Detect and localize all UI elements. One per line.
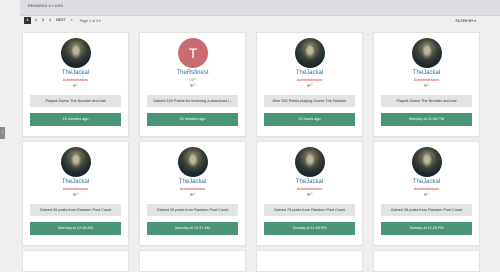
reward-card-partial xyxy=(139,250,246,272)
user-role: Administrators xyxy=(62,77,89,82)
reward-card: T TheRsfinest VIP 0 Gained 100 Points fo… xyxy=(139,32,246,137)
avatar[interactable] xyxy=(412,38,442,68)
username-link[interactable]: TheJackal xyxy=(374,70,479,76)
comment-icon xyxy=(423,192,427,196)
username-link[interactable]: TheJackal xyxy=(23,70,128,76)
avatar[interactable] xyxy=(295,147,325,177)
message-count: 0 xyxy=(140,83,245,87)
message-count: 0 xyxy=(23,192,128,196)
user-role: Administrators xyxy=(413,77,440,82)
page-jump-dropdown[interactable]: Page 1 of 4 ▾ xyxy=(80,19,101,23)
reward-card: TheJackal Administrators 0 Gained 39 pos… xyxy=(22,141,129,246)
avatar[interactable] xyxy=(61,38,91,68)
avatar[interactable] xyxy=(412,147,442,177)
avatar[interactable] xyxy=(178,147,208,177)
filter-dropdown[interactable]: FILTER BY ▾ xyxy=(455,19,476,23)
comment-icon xyxy=(72,192,76,196)
reward-card-partial xyxy=(22,250,129,272)
pagination: 1 2 3 4 NEXT » Page 1 of 4 ▾ xyxy=(24,17,101,24)
reward-card-partial xyxy=(373,250,480,272)
reward-card: TheJackal Administrators 0 Played Guess … xyxy=(373,32,480,137)
comment-icon xyxy=(306,192,310,196)
timestamp-badge: 20 hours ago xyxy=(264,113,355,126)
page-3-button[interactable]: 3 xyxy=(41,17,45,24)
reward-message: Gained 39 posts from Random Post Count xyxy=(30,204,121,216)
section-title: Rewards & Logs xyxy=(28,4,64,8)
page-of-label: Page 1 of 4 xyxy=(79,18,98,23)
user-role: Administrators xyxy=(62,186,89,191)
username-link[interactable]: TheRsfinest xyxy=(140,70,245,76)
message-count: 0 xyxy=(23,83,128,87)
comment-icon xyxy=(189,83,193,87)
timestamp-badge: 20 minutes ago xyxy=(147,113,238,126)
message-count: 0 xyxy=(257,192,362,196)
reward-card: TheJackal Administrators 0 Played Guess … xyxy=(22,32,129,137)
avatar[interactable]: T xyxy=(178,38,208,68)
timestamp-badge: Monday at 01:56 PM xyxy=(381,113,472,126)
reward-card: TheJackal Administrators 0 Gained 38 pos… xyxy=(373,141,480,246)
count-value: 0 xyxy=(76,83,79,87)
user-role: VIP xyxy=(189,77,196,82)
last-page-button[interactable]: » xyxy=(70,17,74,24)
sidebar-toggle-tab[interactable]: › xyxy=(0,127,5,139)
timestamp-badge: 15 minutes ago xyxy=(30,113,121,126)
page-4-button[interactable]: 4 xyxy=(48,17,52,24)
reward-card: TheJackal Administrators 0 Won 250 Point… xyxy=(256,32,363,137)
timestamp-badge: Monday at 12:48 AM xyxy=(30,222,121,235)
comment-icon xyxy=(423,83,427,87)
username-link[interactable]: TheJackal xyxy=(257,179,362,185)
comment-icon xyxy=(306,83,310,87)
user-role: Administrators xyxy=(179,186,206,191)
count-value: 0 xyxy=(427,83,430,87)
reward-message: Gained 39 posts from Random Post Count xyxy=(147,204,238,216)
reward-card: TheJackal Administrators 0 Gained 79 pos… xyxy=(256,141,363,246)
count-value: 0 xyxy=(310,83,313,87)
reward-message: Gained 100 Points for receiving a downlo… xyxy=(147,95,238,107)
comment-icon xyxy=(189,192,193,196)
next-page-button[interactable]: NEXT xyxy=(55,17,67,24)
page-1-button[interactable]: 1 xyxy=(24,17,31,24)
username-link[interactable]: TheJackal xyxy=(140,179,245,185)
chevron-down-icon: ▾ xyxy=(474,19,476,23)
reward-message: Gained 38 posts from Random Post Count xyxy=(381,204,472,216)
message-count: 0 xyxy=(374,83,479,87)
reward-card: TheJackal Administrators 0 Gained 39 pos… xyxy=(139,141,246,246)
username-link[interactable]: TheJackal xyxy=(374,179,479,185)
reward-message: Played Guess The Number and lost xyxy=(381,95,472,107)
count-value: 0 xyxy=(427,192,430,196)
section-header: Rewards & Logs xyxy=(20,0,500,16)
timestamp-badge: Sunday at 11:55 PM xyxy=(264,222,355,235)
user-role: Administrators xyxy=(296,186,323,191)
comment-icon xyxy=(72,83,76,87)
user-role: Administrators xyxy=(296,77,323,82)
page-2-button[interactable]: 2 xyxy=(34,17,38,24)
reward-message: Won 250 Points playing Guess The Number xyxy=(264,95,355,107)
username-link[interactable]: TheJackal xyxy=(23,179,128,185)
message-count: 0 xyxy=(257,83,362,87)
user-role: Administrators xyxy=(413,186,440,191)
timestamp-badge: Monday at 12:37 AM xyxy=(147,222,238,235)
reward-card-partial xyxy=(256,250,363,272)
count-value: 0 xyxy=(193,192,196,196)
reward-message: Played Guess The Number and lost xyxy=(30,95,121,107)
filter-label: FILTER BY xyxy=(455,19,474,23)
username-link[interactable]: TheJackal xyxy=(257,70,362,76)
chevron-down-icon: ▾ xyxy=(98,18,101,23)
timestamp-badge: Sunday at 11:26 PM xyxy=(381,222,472,235)
avatar[interactable] xyxy=(295,38,325,68)
message-count: 0 xyxy=(374,192,479,196)
count-value: 0 xyxy=(76,192,79,196)
message-count: 0 xyxy=(140,192,245,196)
count-value: 0 xyxy=(193,83,196,87)
reward-message: Gained 79 posts from Random Post Count xyxy=(264,204,355,216)
avatar[interactable] xyxy=(61,147,91,177)
count-value: 0 xyxy=(310,192,313,196)
